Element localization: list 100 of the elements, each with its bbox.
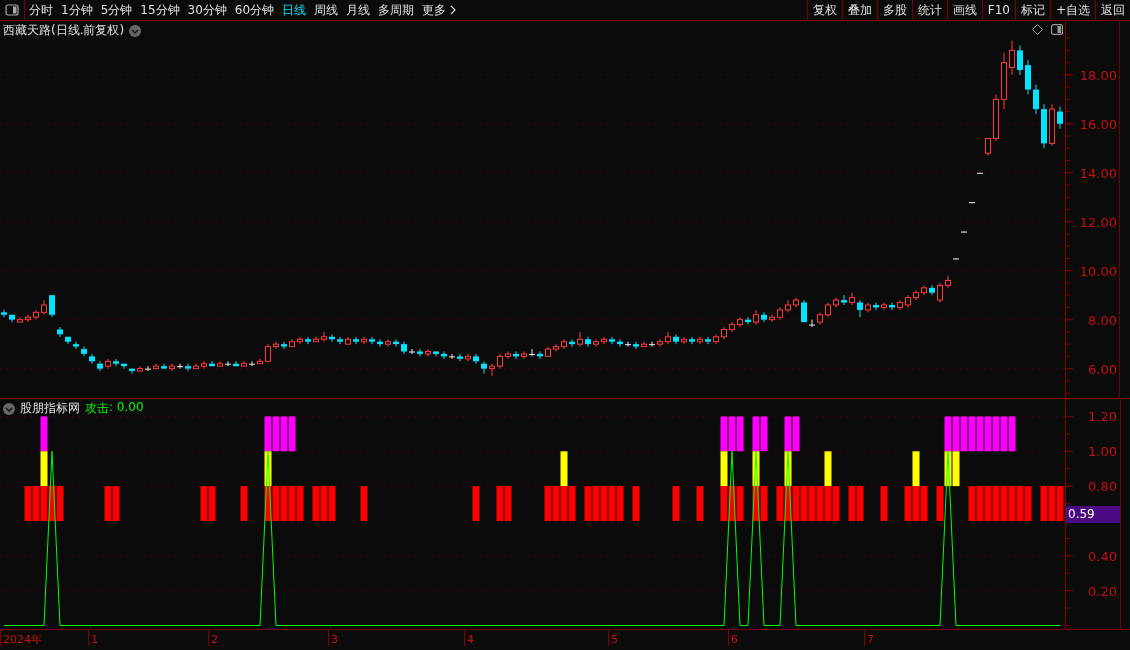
period-tab[interactable]: 月线 bbox=[342, 0, 375, 20]
candlestick bbox=[225, 360, 231, 367]
candlestick bbox=[913, 289, 919, 301]
toolbar-button[interactable]: 返回 bbox=[1095, 0, 1130, 20]
period-tab[interactable]: 60分钟 bbox=[230, 0, 279, 20]
toolbar-button[interactable]: +自选 bbox=[1049, 0, 1095, 20]
axis-label: 1.00 bbox=[1088, 444, 1117, 460]
indicator-reading: : 0.00 bbox=[109, 400, 144, 416]
candlestick bbox=[601, 336, 607, 345]
period-tab[interactable]: 30分钟 bbox=[183, 0, 231, 20]
period-tab[interactable]: 15分钟 bbox=[136, 0, 184, 20]
candlestick bbox=[489, 363, 495, 377]
candlestick bbox=[585, 336, 591, 348]
candlestick bbox=[737, 316, 743, 328]
candlestick bbox=[801, 299, 807, 323]
candlestick bbox=[769, 314, 775, 323]
candlestick bbox=[841, 294, 847, 306]
candlestick bbox=[137, 365, 143, 372]
period-tab[interactable]: 分时 bbox=[25, 0, 57, 20]
toolbar-button[interactable]: 叠加 bbox=[841, 0, 877, 20]
candlestick bbox=[1017, 45, 1023, 76]
period-tab[interactable]: 5分钟 bbox=[96, 0, 137, 20]
candlestick bbox=[257, 358, 263, 365]
axis-label: 0.20 bbox=[1088, 583, 1117, 599]
axis-label: 6.00 bbox=[1088, 361, 1117, 377]
candlestick bbox=[617, 338, 623, 348]
toolbar-button[interactable]: 复权 bbox=[806, 0, 842, 20]
signal-bar bbox=[880, 486, 888, 521]
candlestick bbox=[593, 338, 599, 348]
candlestick bbox=[353, 336, 359, 345]
candlestick bbox=[961, 231, 967, 234]
dropdown-icon[interactable] bbox=[129, 24, 142, 37]
candlestick bbox=[289, 338, 295, 348]
toolbar-button[interactable]: 标记 bbox=[1014, 0, 1050, 20]
date-label: 6 bbox=[731, 632, 738, 646]
candlestick bbox=[873, 302, 879, 311]
candlestick bbox=[649, 341, 655, 348]
candlestick bbox=[953, 257, 959, 260]
date-label: 5 bbox=[611, 632, 618, 646]
candlestick bbox=[161, 363, 167, 370]
collapse-icon[interactable] bbox=[3, 402, 15, 415]
axis-label: 10.00 bbox=[1079, 263, 1117, 279]
candlestick bbox=[481, 360, 487, 374]
candlestick bbox=[153, 363, 159, 370]
period-tab[interactable]: 日线 bbox=[278, 0, 311, 20]
candlestick bbox=[217, 360, 223, 367]
candlestick bbox=[281, 341, 287, 350]
candlestick bbox=[849, 292, 855, 306]
candlestick bbox=[729, 321, 735, 333]
toolbar-button[interactable]: 多股 bbox=[876, 0, 912, 20]
candlestick bbox=[105, 358, 111, 370]
candlestick bbox=[41, 299, 47, 316]
candlestick bbox=[561, 338, 567, 350]
candlestick bbox=[929, 284, 935, 296]
candlestick bbox=[409, 348, 415, 355]
candlestick bbox=[545, 346, 551, 357]
period-tab[interactable]: 1分钟 bbox=[57, 0, 97, 20]
signal-bar bbox=[632, 486, 640, 521]
candlestick bbox=[881, 302, 887, 311]
candlestick bbox=[433, 351, 439, 357]
candlestick bbox=[169, 363, 175, 372]
candlestick bbox=[273, 341, 279, 350]
candlestick bbox=[1, 309, 7, 318]
candlestick bbox=[977, 172, 983, 175]
candlestick bbox=[385, 338, 391, 348]
candlestick bbox=[177, 363, 183, 370]
diamond-icon[interactable] bbox=[1032, 24, 1043, 35]
date-label: 2 bbox=[211, 632, 218, 646]
candlestick bbox=[193, 363, 199, 370]
period-tab[interactable]: 周线 bbox=[310, 0, 343, 20]
candlestick bbox=[761, 311, 767, 323]
candlestick bbox=[681, 336, 687, 345]
candlestick bbox=[17, 316, 23, 323]
candlestick bbox=[9, 314, 15, 323]
chart-title: 西藏天路(日线.前复权) bbox=[3, 22, 125, 39]
axis-label: 0.80 bbox=[1088, 479, 1117, 495]
candlestick bbox=[521, 351, 527, 360]
candlestick bbox=[1009, 40, 1015, 76]
candlestick bbox=[209, 360, 215, 367]
candlestick bbox=[1057, 106, 1063, 130]
value-marker: 0.59 bbox=[1066, 506, 1120, 523]
candlestick bbox=[457, 353, 463, 362]
toolbar-button[interactable]: 统计 bbox=[911, 0, 947, 20]
candlestick bbox=[905, 294, 911, 308]
candlestick bbox=[609, 336, 615, 345]
toolbar-button[interactable]: F10 bbox=[981, 0, 1015, 20]
candlestick bbox=[265, 343, 271, 362]
toolbar-button[interactable]: 画线 bbox=[946, 0, 982, 20]
candlestick bbox=[25, 314, 31, 323]
candlestick bbox=[57, 326, 63, 338]
candlestick bbox=[321, 331, 327, 343]
candlestick bbox=[969, 201, 975, 204]
candlestick bbox=[305, 336, 311, 345]
signal-bar bbox=[672, 486, 680, 521]
signal-bar bbox=[360, 486, 368, 521]
panel-toggle-icon[interactable] bbox=[1051, 24, 1063, 35]
more-button[interactable]: 更多 bbox=[418, 0, 461, 20]
candlestick bbox=[665, 331, 671, 345]
date-label: 3 bbox=[331, 632, 338, 646]
period-tab[interactable]: 多周期 bbox=[374, 0, 419, 20]
